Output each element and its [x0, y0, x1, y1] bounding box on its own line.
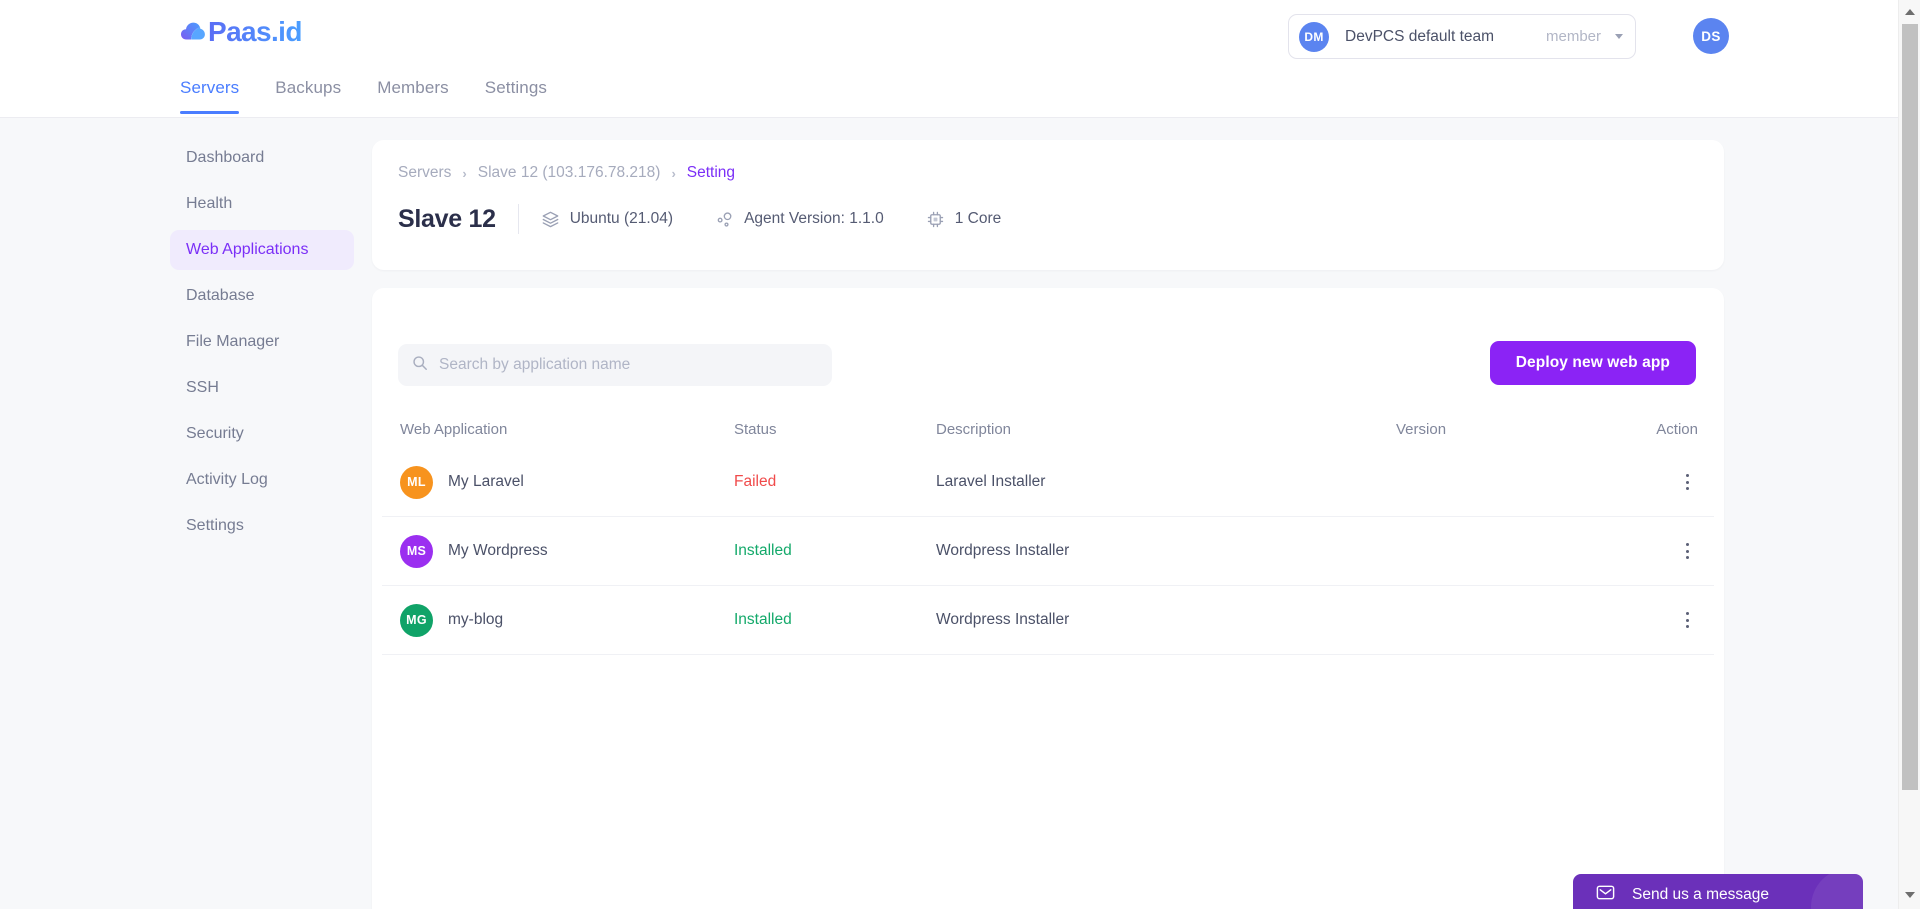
column-header-action: Action — [1656, 420, 1698, 438]
kebab-menu-icon[interactable] — [1676, 538, 1698, 564]
breadcrumb-separator-icon: › — [671, 165, 676, 181]
server-agent-label: Agent Version: 1.1.0 — [744, 210, 884, 227]
search-input[interactable] — [439, 356, 818, 374]
sidebar-item-settings[interactable]: Settings — [170, 506, 354, 546]
server-meta-agent: Agent Version: 1.1.0 — [715, 210, 884, 229]
table-row[interactable]: ML My Laravel Failed Laravel Installer — [382, 448, 1714, 517]
top-bar: Paas.id Servers Backups Members Settings… — [0, 0, 1898, 118]
sidebar-item-dashboard[interactable]: Dashboard — [170, 138, 354, 178]
deploy-new-web-app-button[interactable]: Deploy new web app — [1489, 341, 1696, 385]
app-avatar: MS — [400, 534, 433, 568]
cell-action — [1586, 538, 1714, 564]
web-applications-table: Web Application Status Description Versi… — [382, 410, 1714, 655]
breadcrumb-item-server[interactable]: Slave 12 (103.176.78.218) — [478, 164, 661, 182]
server-os-label: Ubuntu (21.04) — [569, 210, 674, 227]
nodes-icon — [715, 210, 734, 229]
brand-logo[interactable]: Paas.id — [180, 16, 302, 48]
sidebar: Dashboard Health Web Applications Databa… — [0, 118, 372, 552]
team-name: DevPCS default team — [1345, 27, 1495, 45]
table-row[interactable]: MG my-blog Installed Wordpress Installer — [382, 586, 1714, 655]
scroll-down-arrow-icon[interactable] — [1899, 885, 1920, 905]
server-header-card: Servers › Slave 12 (103.176.78.218) › Se… — [372, 140, 1724, 270]
chevron-down-icon — [1615, 34, 1623, 39]
sidebar-item-web-applications[interactable]: Web Applications — [170, 230, 354, 270]
breadcrumb-separator-icon: › — [462, 165, 467, 181]
tab-settings[interactable]: Settings — [485, 78, 547, 114]
cell-web-application: MG my-blog — [382, 603, 734, 637]
layers-icon — [541, 210, 560, 229]
server-cpu-label: 1 Core — [954, 210, 1002, 227]
team-selector[interactable]: DM DevPCS default team member — [1288, 14, 1636, 59]
cpu-chip-icon — [926, 210, 945, 229]
vertical-scrollbar[interactable] — [1898, 0, 1920, 909]
server-meta-os: Ubuntu (21.04) — [541, 210, 673, 229]
search-icon — [412, 355, 428, 376]
column-header-description: Description — [936, 420, 1012, 438]
cloud-drop-logo-icon — [180, 19, 206, 45]
app-root: Paas.id Servers Backups Members Settings… — [0, 0, 1920, 909]
avatar[interactable]: DS — [1693, 18, 1729, 54]
breadcrumb-item-setting[interactable]: Setting — [687, 164, 735, 182]
status-badge: Failed — [734, 473, 777, 490]
column-header-status: Status — [734, 420, 777, 438]
breadcrumb-item-servers[interactable]: Servers — [398, 164, 451, 182]
envelope-icon — [1595, 882, 1616, 908]
chat-widget[interactable]: Send us a message — [1573, 874, 1863, 909]
top-nav-tabs: Servers Backups Members Settings — [180, 78, 547, 114]
server-summary: Slave 12 Ubuntu (21.04) Agent Version: 1… — [398, 198, 1043, 240]
app-name: My Wordpress — [448, 542, 548, 559]
sidebar-item-database[interactable]: Database — [170, 276, 354, 316]
cell-action — [1586, 469, 1714, 495]
sidebar-item-file-manager[interactable]: File Manager — [170, 322, 354, 362]
table-header-row: Web Application Status Description Versi… — [382, 410, 1714, 448]
server-meta-cpu: 1 Core — [926, 210, 1002, 229]
cell-description: Laravel Installer — [936, 473, 1046, 490]
column-header-version: Version — [1396, 420, 1447, 438]
sidebar-item-activity-log[interactable]: Activity Log — [170, 460, 354, 500]
sidebar-item-health[interactable]: Health — [170, 184, 354, 224]
app-name: My Laravel — [448, 473, 524, 490]
tab-backups[interactable]: Backups — [275, 78, 341, 114]
page-body: Dashboard Health Web Applications Databa… — [0, 118, 1898, 909]
sidebar-item-security[interactable]: Security — [170, 414, 354, 454]
tab-servers[interactable]: Servers — [180, 78, 240, 114]
app-name: my-blog — [448, 611, 504, 628]
divider — [517, 204, 519, 234]
brand-name: Paas.id — [208, 16, 302, 47]
team-role-badge: member — [1545, 28, 1601, 45]
page-title: Slave 12 — [398, 204, 496, 233]
scroll-up-arrow-icon[interactable] — [1899, 2, 1920, 22]
chat-widget-label: Send us a message — [1632, 886, 1770, 903]
cell-description: Wordpress Installer — [936, 611, 1070, 628]
app-avatar: MG — [400, 603, 433, 637]
team-avatar: DM — [1299, 21, 1329, 52]
tab-members[interactable]: Members — [377, 78, 449, 114]
table-row[interactable]: MS My Wordpress Installed Wordpress Inst… — [382, 517, 1714, 586]
cell-action — [1586, 607, 1714, 633]
kebab-menu-icon[interactable] — [1676, 469, 1698, 495]
breadcrumb: Servers › Slave 12 (103.176.78.218) › Se… — [398, 164, 735, 182]
cell-web-application: MS My Wordpress — [382, 534, 734, 568]
cell-web-application: ML My Laravel — [382, 465, 734, 499]
search-box[interactable] — [398, 344, 832, 386]
web-applications-card: Deploy new web app Web Application Statu… — [372, 288, 1724, 909]
scrollbar-thumb[interactable] — [1902, 24, 1918, 790]
app-avatar: ML — [400, 465, 433, 499]
kebab-menu-icon[interactable] — [1676, 607, 1698, 633]
column-header-web-application: Web Application — [400, 420, 508, 438]
cell-description: Wordpress Installer — [936, 542, 1070, 559]
status-badge: Installed — [734, 542, 792, 559]
status-badge: Installed — [734, 611, 792, 628]
sidebar-item-ssh[interactable]: SSH — [170, 368, 354, 408]
